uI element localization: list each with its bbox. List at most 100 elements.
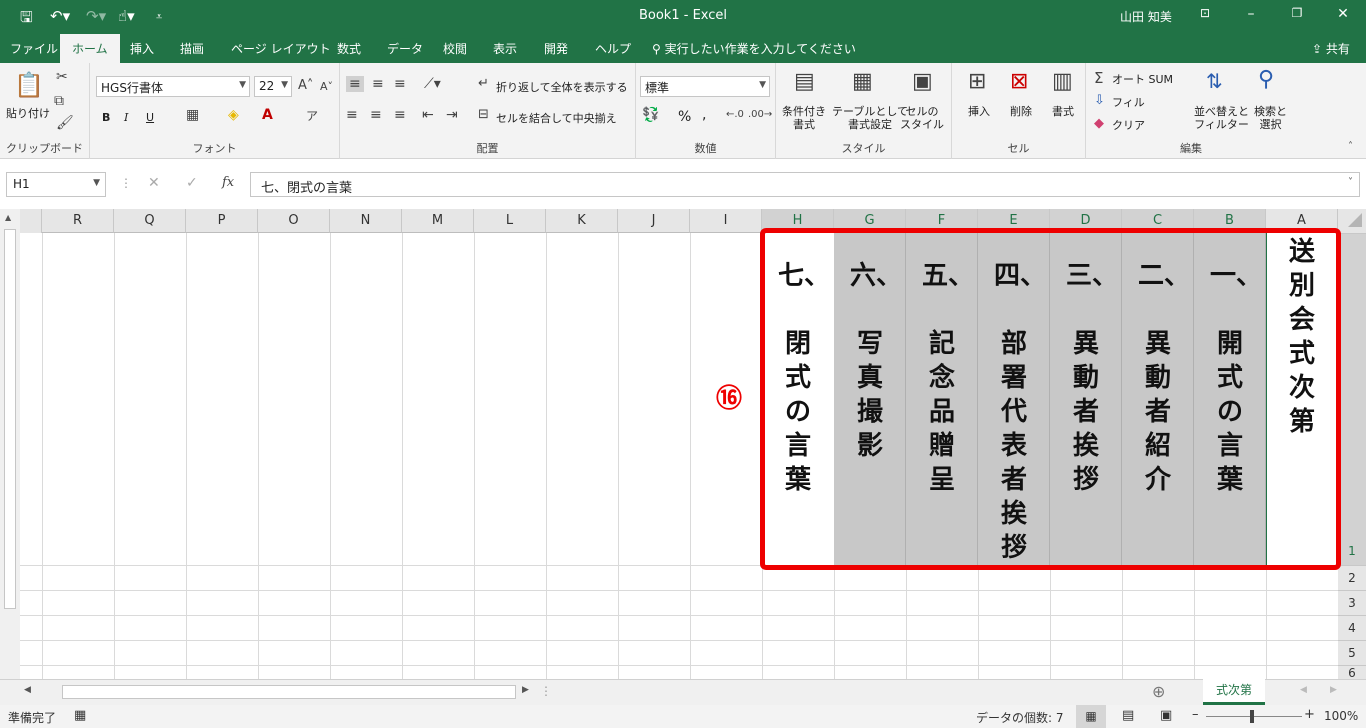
decrease-indent-icon[interactable]: ⇤	[422, 107, 434, 123]
tab-review[interactable]: 校閲	[443, 40, 467, 57]
fill-button[interactable]: フィル	[1112, 96, 1145, 109]
format-painter-icon[interactable]: 🖌	[56, 115, 74, 131]
next-sheet-icon[interactable]: ▶	[1330, 685, 1337, 695]
column-header-n[interactable]: N	[330, 209, 402, 233]
select-all-button[interactable]	[1338, 209, 1366, 233]
tab-page-layout[interactable]: ページ レイアウト	[231, 40, 331, 57]
autosum-button[interactable]: オート SUM	[1112, 73, 1173, 86]
font-name-combo[interactable]: HGS行書体 ▼	[96, 76, 250, 97]
tell-me-box[interactable]: ⚲ 実行したい作業を入力してください	[652, 40, 856, 57]
clear-button[interactable]: クリア	[1112, 119, 1145, 132]
orientation-icon[interactable]: ⟋▾	[424, 76, 441, 92]
column-header-p[interactable]: P	[186, 209, 258, 233]
fill-icon[interactable]: ⇩	[1094, 93, 1105, 108]
align-right-icon[interactable]: ≡	[394, 107, 406, 123]
zoom-out-icon[interactable]: –	[1192, 707, 1199, 722]
delete-cells-button[interactable]: 削除	[1010, 105, 1032, 118]
autosum-icon[interactable]: Σ	[1094, 69, 1103, 87]
horizontal-scrollbar[interactable]	[62, 685, 516, 699]
zoom-in-icon[interactable]: +	[1304, 707, 1315, 722]
page-break-view-icon[interactable]: ▣	[1160, 708, 1172, 723]
prev-sheet-icon[interactable]: ◀	[1300, 685, 1307, 695]
new-sheet-icon[interactable]: ⊕	[1152, 682, 1165, 701]
phonetic-icon[interactable]: ア	[306, 107, 318, 124]
cell-styles-icon[interactable]: ▣	[912, 69, 933, 94]
vertical-scroll-thumb[interactable]	[4, 229, 16, 609]
share-button[interactable]: ⇪ 共有	[1312, 40, 1350, 57]
number-format-combo[interactable]: 標準 ▼	[640, 76, 770, 97]
close-icon[interactable]: ✕	[1328, 6, 1358, 22]
sort-filter-button[interactable]: 並べ替えと フィルター	[1194, 105, 1249, 131]
fill-color-icon[interactable]: ◈	[228, 107, 239, 123]
decrease-font-icon[interactable]: A˅	[320, 80, 333, 93]
column-header-m[interactable]: M	[402, 209, 474, 233]
currency-icon[interactable]: 💱	[642, 107, 659, 123]
scroll-right-icon[interactable]: ▶	[522, 685, 529, 695]
align-bottom-icon[interactable]: ≡	[394, 76, 406, 92]
column-header-j[interactable]: J	[618, 209, 690, 233]
find-select-button[interactable]: 検索と 選択	[1254, 105, 1287, 131]
find-icon[interactable]: ⚲	[1258, 67, 1274, 92]
paste-icon[interactable]: 📋	[14, 71, 44, 99]
column-header-l[interactable]: L	[474, 209, 546, 233]
zoom-level[interactable]: 100%	[1324, 709, 1358, 723]
insert-cells-icon[interactable]: ⊞	[968, 69, 986, 94]
name-box[interactable]: H1 ▼	[6, 172, 106, 197]
italic-button[interactable]: I	[124, 111, 128, 124]
split-handle-icon[interactable]: ⋮	[540, 684, 552, 698]
paste-button[interactable]: 貼り付け	[6, 107, 50, 120]
tab-formulas[interactable]: 数式	[337, 40, 361, 57]
row-header-2[interactable]: 2	[1338, 565, 1366, 590]
minimize-icon[interactable]: –	[1236, 6, 1266, 22]
tab-file[interactable]: ファイル	[10, 40, 58, 57]
restore-icon[interactable]: ❐	[1282, 6, 1312, 20]
wrap-text-button[interactable]: 折り返して全体を表示する	[496, 81, 628, 94]
align-center-icon[interactable]: ≡	[370, 107, 382, 123]
zoom-slider[interactable]	[1206, 716, 1302, 717]
tab-help[interactable]: ヘルプ	[595, 40, 631, 57]
percent-button[interactable]: %	[678, 110, 691, 124]
zoom-slider-thumb[interactable]	[1250, 710, 1254, 723]
column-header-r[interactable]: R	[42, 209, 114, 233]
tab-insert[interactable]: 挿入	[130, 40, 154, 57]
sheet-tab[interactable]: 式次第	[1203, 679, 1265, 705]
ribbon-display-icon[interactable]: ⊡	[1190, 6, 1220, 20]
row-header-1[interactable]: 1	[1338, 233, 1366, 565]
tab-home[interactable]: ホーム	[60, 34, 120, 63]
align-left-icon[interactable]: ≡	[346, 107, 358, 123]
collapse-ribbon-icon[interactable]: ˄	[1348, 141, 1353, 152]
page-layout-view-icon[interactable]: ▤	[1122, 708, 1134, 723]
delete-cells-icon[interactable]: ⊠	[1010, 69, 1028, 94]
macro-record-icon[interactable]: ▦	[74, 708, 86, 723]
wrap-text-icon[interactable]: ↵	[478, 76, 489, 91]
row-header-6[interactable]: 6	[1338, 665, 1366, 680]
format-table-icon[interactable]: ▦	[852, 69, 873, 94]
clear-icon[interactable]: ◆	[1094, 116, 1104, 131]
increase-indent-icon[interactable]: ⇥	[446, 107, 458, 123]
tab-view[interactable]: 表示	[493, 40, 517, 57]
column-header-q[interactable]: Q	[114, 209, 186, 233]
increase-decimal-icon[interactable]: ←.0	[726, 109, 744, 120]
bold-button[interactable]: B	[102, 111, 110, 124]
row-header-3[interactable]: 3	[1338, 590, 1366, 615]
formula-input[interactable]: 七、閉式の言葉 ˅	[250, 172, 1360, 197]
insert-function-icon[interactable]: fx	[222, 175, 234, 190]
column-header-o[interactable]: O	[258, 209, 330, 233]
tab-draw[interactable]: 描画	[180, 40, 204, 57]
conditional-format-icon[interactable]: ▤	[794, 69, 815, 94]
vertical-scrollbar[interactable]: ▲	[0, 209, 20, 679]
column-header-i[interactable]: I	[690, 209, 762, 233]
column-header-k[interactable]: K	[546, 209, 618, 233]
tab-developer[interactable]: 開発	[544, 40, 568, 57]
copy-icon[interactable]: ⧉	[54, 93, 64, 109]
scroll-up-icon[interactable]: ▲	[5, 213, 11, 222]
row-header-5[interactable]: 5	[1338, 640, 1366, 665]
align-top-icon[interactable]: ≡	[346, 76, 364, 92]
borders-icon[interactable]: ▦	[186, 107, 199, 123]
decrease-decimal-icon[interactable]: .00→	[748, 109, 772, 120]
cut-icon[interactable]: ✂	[56, 69, 68, 85]
comma-button[interactable]: ,	[702, 108, 706, 122]
increase-font-icon[interactable]: A˄	[298, 78, 313, 93]
cancel-icon[interactable]: ✕	[148, 175, 160, 191]
expand-formula-icon[interactable]: ˅	[1348, 177, 1353, 188]
